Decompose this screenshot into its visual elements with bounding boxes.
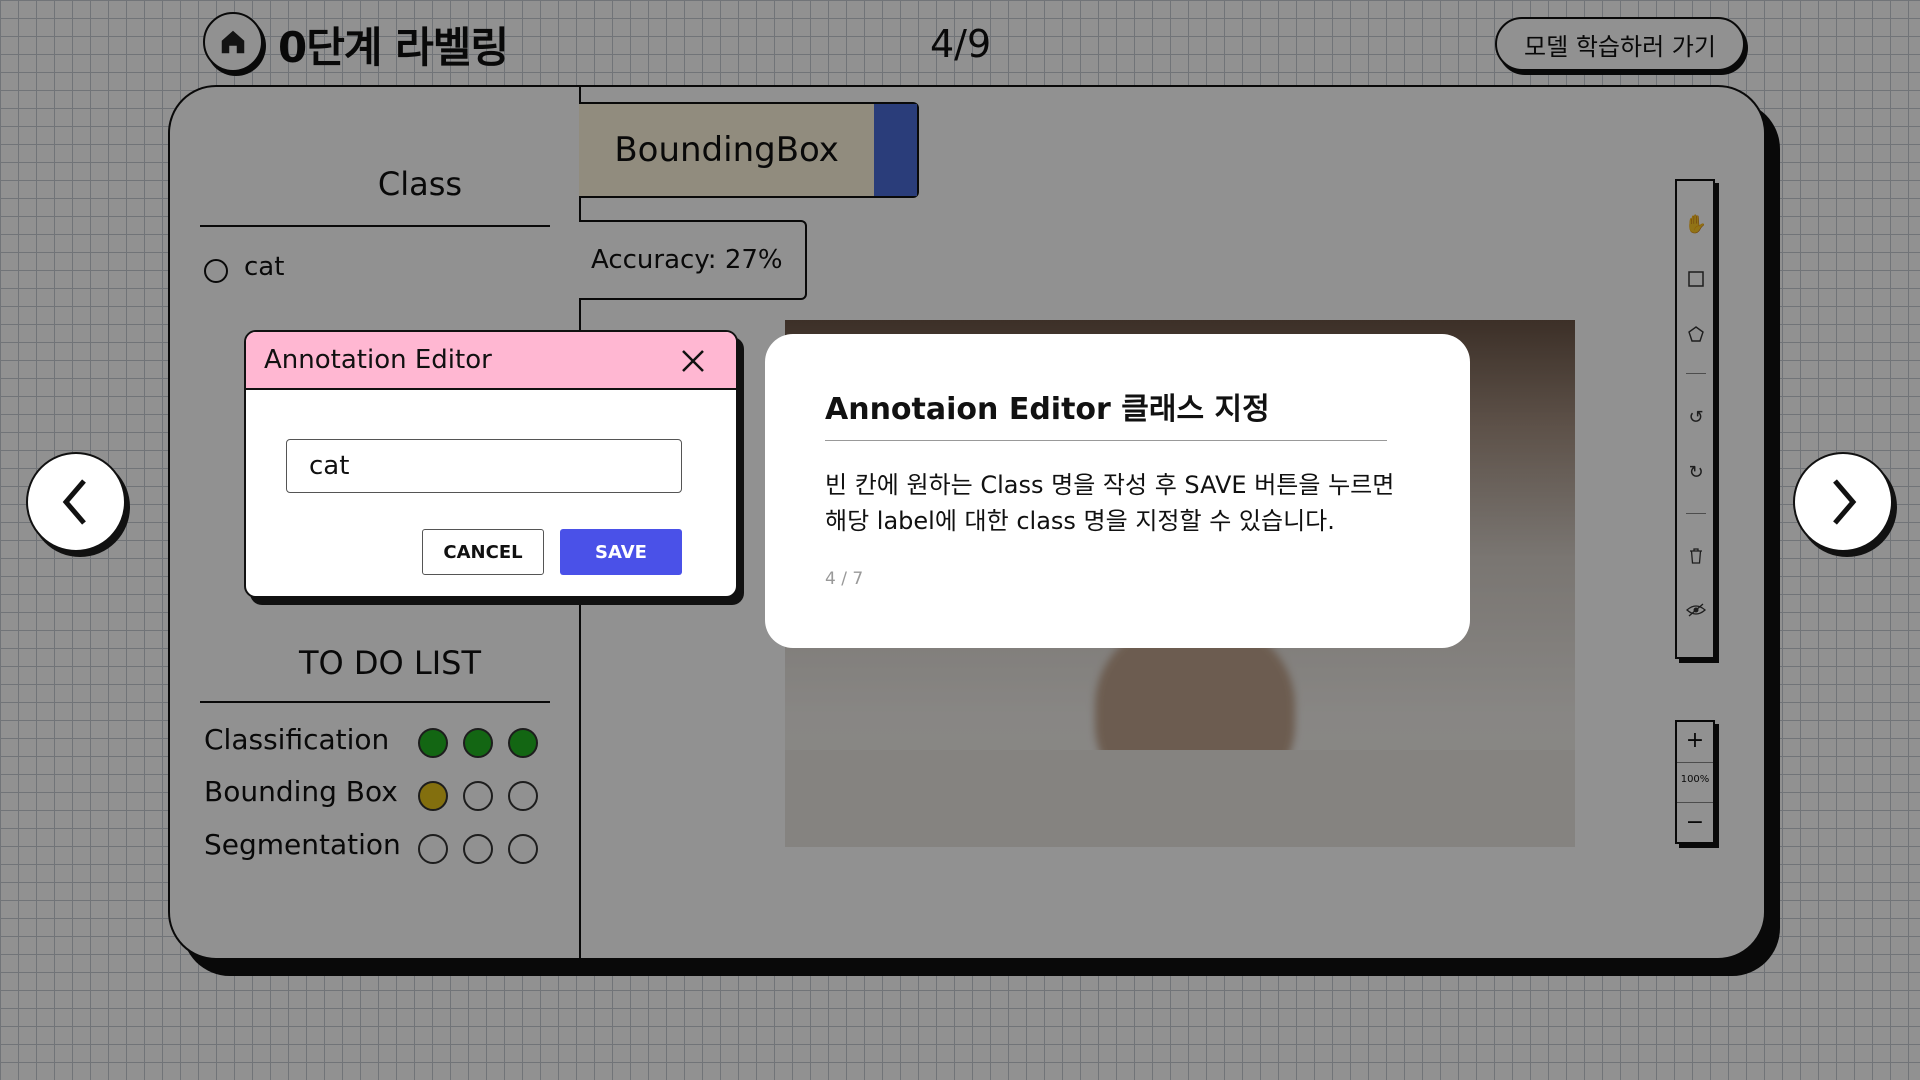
cancel-button[interactable]: CANCEL <box>422 529 544 575</box>
tutorial-card: Annotaion Editor 클래스 지정 빈 칸에 원하는 Class 명… <box>765 334 1470 648</box>
tutorial-body-line: 해당 label에 대한 class 명을 지정할 수 있습니다. <box>825 507 1335 535</box>
tutorial-body-line: 빈 칸에 원하는 Class 명을 작성 후 SAVE 버튼을 누르면 <box>825 471 1395 499</box>
close-icon[interactable] <box>680 348 706 374</box>
save-button[interactable]: SAVE <box>560 529 682 575</box>
class-name-input[interactable] <box>286 439 682 493</box>
next-page-button[interactable] <box>1793 452 1893 552</box>
annotation-editor-dialog: Annotation Editor CANCEL SAVE <box>244 330 738 598</box>
tutorial-step-indicator: 4 / 7 <box>825 569 864 589</box>
dialog-header: Annotation Editor <box>246 332 736 390</box>
tutorial-title: Annotaion Editor 클래스 지정 <box>825 384 1387 441</box>
chevron-right-icon <box>1833 479 1857 525</box>
tutorial-body: 빈 칸에 원하는 Class 명을 작성 후 SAVE 버튼을 누르면 해당 l… <box>825 467 1395 539</box>
prev-page-button[interactable] <box>26 452 126 552</box>
chevron-left-icon <box>62 479 86 525</box>
dialog-title: Annotation Editor <box>264 345 492 375</box>
